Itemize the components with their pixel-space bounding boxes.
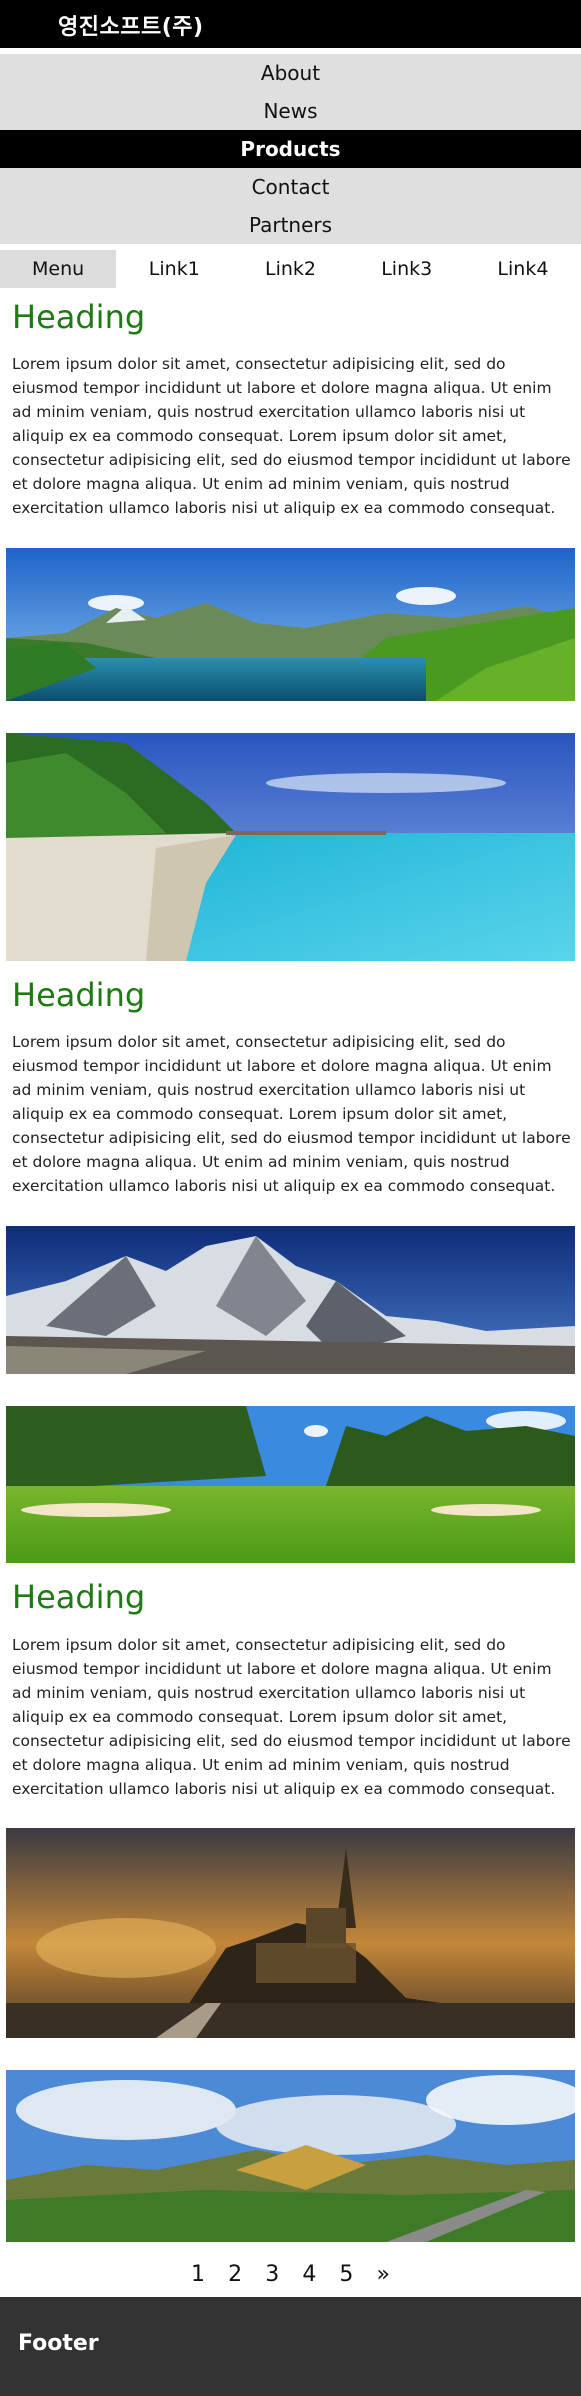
nav-item-about[interactable]: About: [0, 54, 581, 92]
section-body: Lorem ipsum dolor sit amet, consectetur …: [12, 1033, 571, 1195]
photo-valley-clouds: [6, 2070, 575, 2242]
site-title[interactable]: 영진소프트(주): [58, 9, 204, 41]
page-link-5[interactable]: 5: [339, 2260, 353, 2290]
pagination: 1 2 3 4 5 »: [0, 2260, 581, 2290]
subnav-link4[interactable]: Link4: [465, 250, 581, 288]
page-link-4[interactable]: 4: [302, 2260, 316, 2290]
subnav-link2[interactable]: Link2: [232, 250, 348, 288]
photo-snowy-mountains: [6, 1226, 575, 1374]
site-footer: Footer: [0, 2297, 581, 2396]
photo-castle-sunset: [6, 1828, 575, 2038]
nav-item-partners[interactable]: Partners: [0, 206, 581, 244]
photo-mountain-lake: [6, 548, 575, 701]
subnav-link1[interactable]: Link1: [116, 250, 232, 288]
section-body: Lorem ipsum dolor sit amet, consectetur …: [12, 1636, 571, 1798]
page-link-2[interactable]: 2: [228, 2260, 242, 2290]
subnav-link3[interactable]: Link3: [349, 250, 465, 288]
subnav-menu[interactable]: Menu: [0, 250, 117, 288]
nav-item-products[interactable]: Products: [0, 130, 581, 168]
photo-tropical-beach: [6, 733, 575, 961]
section-heading: Heading: [12, 298, 146, 336]
page-link-3[interactable]: 3: [265, 2260, 279, 2290]
section-heading: Heading: [12, 1578, 146, 1616]
next-page-link[interactable]: »: [377, 2260, 390, 2290]
photo-golf-course: [6, 1406, 575, 1563]
sub-nav: Menu Link1 Link2 Link3 Link4: [0, 250, 581, 288]
nav-item-news[interactable]: News: [0, 92, 581, 130]
page-link-1[interactable]: 1: [191, 2260, 205, 2290]
section-body: Lorem ipsum dolor sit amet, consectetur …: [12, 355, 571, 517]
main-nav: About News Products Contact Partners: [0, 54, 581, 244]
site-header: 영진소프트(주): [0, 0, 581, 48]
nav-item-contact[interactable]: Contact: [0, 168, 581, 206]
footer-text: Footer: [18, 2331, 99, 2356]
section-heading: Heading: [12, 976, 146, 1014]
